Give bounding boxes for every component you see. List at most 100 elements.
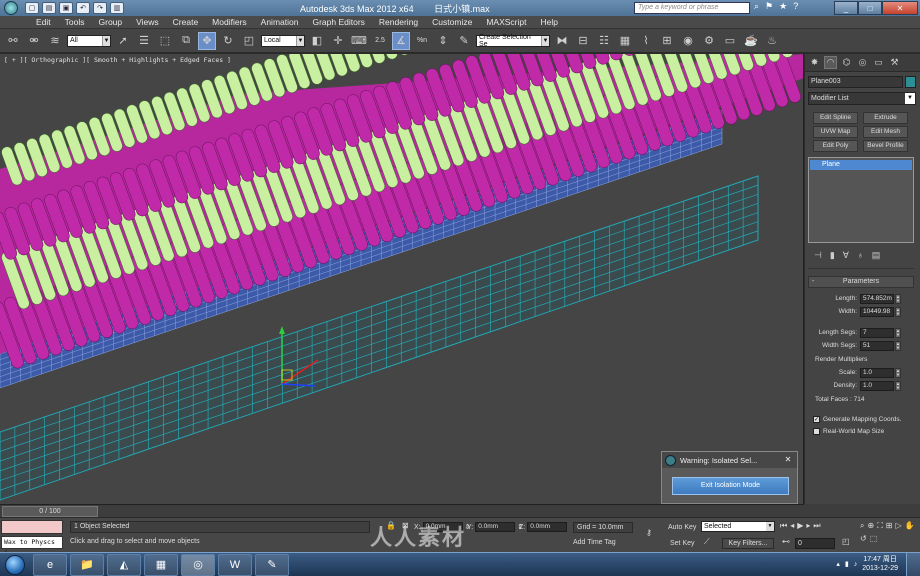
- curve-editor-icon[interactable]: ⌇: [637, 32, 655, 50]
- menu-animation[interactable]: Animation: [254, 17, 306, 27]
- snap-toggle-icon[interactable]: 2.5: [371, 32, 389, 50]
- width-segs-spinner[interactable]: ▲ ▼: [895, 340, 901, 351]
- link-icon[interactable]: ⚯: [4, 32, 22, 50]
- app-logo[interactable]: [0, 0, 22, 16]
- menu-help[interactable]: Help: [533, 17, 564, 27]
- key-mode-icon[interactable]: ⊷: [782, 537, 790, 546]
- clock[interactable]: 17:47 周日 2013-12-29: [862, 555, 898, 573]
- zoom-extents-icon[interactable]: ⛶: [877, 521, 883, 531]
- rect-region-icon[interactable]: ⬚: [156, 32, 174, 50]
- named-selection-dropdown[interactable]: Create Selection Se ▼: [476, 34, 550, 48]
- time-slider-thumb[interactable]: 0 / 100: [2, 506, 98, 517]
- rendered-frame-icon[interactable]: ▭: [721, 32, 739, 50]
- search-icon[interactable]: ⌕: [754, 1, 759, 12]
- word-icon[interactable]: W: [218, 553, 252, 576]
- length-field[interactable]: 574.852m: [860, 293, 894, 304]
- close-button[interactable]: ✕: [882, 1, 918, 15]
- z-field[interactable]: 0.0mm: [527, 522, 568, 532]
- mirror-icon[interactable]: ⧓: [553, 32, 571, 50]
- project-icon[interactable]: ▥: [110, 2, 124, 14]
- goto-start-icon[interactable]: ⏮: [780, 521, 787, 531]
- maximize-button[interactable]: □: [858, 1, 882, 15]
- media-icon[interactable]: ▦: [144, 553, 178, 576]
- open-icon[interactable]: ▤: [42, 2, 56, 14]
- render-icon[interactable]: ☕: [742, 32, 760, 50]
- create-icon[interactable]: ✸: [808, 56, 821, 69]
- density-field[interactable]: 1.0: [860, 380, 894, 391]
- teapot-icon[interactable]: ♨: [763, 32, 781, 50]
- motion-icon[interactable]: ◎: [856, 56, 869, 69]
- object-name-field[interactable]: Plane003: [808, 76, 903, 88]
- reference-coord-dropdown[interactable]: Local ▼: [261, 34, 305, 47]
- volume-icon[interactable]: ♪: [854, 561, 858, 568]
- start-button[interactable]: [0, 554, 30, 576]
- goto-end-icon[interactable]: ⏭: [813, 521, 820, 531]
- unlink-icon[interactable]: ⚮: [25, 32, 43, 50]
- length-spinner[interactable]: ▲ ▼: [895, 293, 901, 304]
- menu-edit[interactable]: Edit: [0, 17, 58, 27]
- viewport-label[interactable]: [ + ][ Orthographic ][ Smooth + Highligh…: [4, 56, 231, 64]
- time-config-icon[interactable]: ◰: [842, 537, 850, 546]
- graphite-toolbar-icon[interactable]: ▦: [616, 32, 634, 50]
- key-filters-button[interactable]: Key Filters...: [722, 538, 774, 549]
- length-segs-field[interactable]: 7: [860, 327, 894, 338]
- configure-modifier-sets-icon[interactable]: ▤: [872, 250, 881, 261]
- 3dsmax-icon[interactable]: ◎: [181, 553, 215, 576]
- display-icon[interactable]: ▭: [872, 56, 885, 69]
- pan-icon[interactable]: ✋: [905, 521, 915, 531]
- select-rotate-icon[interactable]: ↻: [219, 32, 237, 50]
- folder-icon[interactable]: 📁: [70, 553, 104, 576]
- zoom-extents-all-icon[interactable]: ⊞: [886, 521, 893, 531]
- exit-isolation-button[interactable]: Exit Isolation Mode: [672, 477, 789, 495]
- schematic-view-icon[interactable]: ⊞: [658, 32, 676, 50]
- edit-mesh-button[interactable]: Edit Mesh: [863, 126, 908, 138]
- menu-modifiers[interactable]: Modifiers: [205, 17, 253, 27]
- menu-tools[interactable]: Tools: [58, 17, 92, 27]
- parameters-rollout-header[interactable]: - Parameters: [808, 276, 914, 288]
- minimize-button[interactable]: _: [834, 1, 858, 15]
- current-frame-field[interactable]: 0: [795, 538, 835, 549]
- show-desktop-button[interactable]: [906, 553, 920, 576]
- nvidia-icon[interactable]: ◭: [107, 553, 141, 576]
- maxscript-listener-pink[interactable]: [1, 520, 63, 534]
- menu-rendering[interactable]: Rendering: [372, 17, 425, 27]
- modify-icon[interactable]: ◠: [824, 56, 837, 69]
- uvw-map-button[interactable]: UVW Map: [813, 126, 858, 138]
- select-object-icon[interactable]: ➚: [114, 32, 132, 50]
- hierarchy-icon[interactable]: ⌬: [840, 56, 853, 69]
- generate-mapping-checkbox[interactable]: ✓: [813, 416, 820, 423]
- set-key-button[interactable]: Set Key: [670, 538, 700, 549]
- new-icon[interactable]: ▢: [25, 2, 39, 14]
- show-end-result-icon[interactable]: ▮: [830, 250, 835, 261]
- edit-poly-button[interactable]: Edit Poly: [813, 140, 858, 152]
- select-manipulate-icon[interactable]: ✛: [329, 32, 347, 50]
- viewport-orthographic[interactable]: [ + ][ Orthographic ][ Smooth + Highligh…: [0, 54, 804, 504]
- paint-icon[interactable]: ✎: [255, 553, 289, 576]
- pivot-center-icon[interactable]: ◧: [308, 32, 326, 50]
- real-world-checkbox[interactable]: [813, 428, 820, 435]
- menu-customize[interactable]: Customize: [425, 17, 479, 27]
- tray-chevron-icon[interactable]: ▴: [836, 560, 840, 568]
- explorer-icon[interactable]: e: [33, 553, 67, 576]
- menu-maxscript[interactable]: MAXScript: [479, 17, 533, 27]
- layer-manager-icon[interactable]: ☷: [595, 32, 613, 50]
- angle-snap-icon[interactable]: ∡: [392, 31, 410, 50]
- help-icon[interactable]: ?: [793, 1, 798, 12]
- time-slider-track[interactable]: 0 / 100: [0, 504, 804, 517]
- menu-views[interactable]: Views: [129, 17, 166, 27]
- keyboard-shortcut-icon[interactable]: ⌨: [350, 32, 368, 50]
- menu-create[interactable]: Create: [166, 17, 206, 27]
- align-icon[interactable]: ⊟: [574, 32, 592, 50]
- maxscript-listener-white[interactable]: Wax to Physcs (: [1, 536, 63, 557]
- zoom-all-icon[interactable]: ⊕: [867, 521, 874, 531]
- material-editor-icon[interactable]: ◉: [679, 32, 697, 50]
- y-field[interactable]: 0.0mm: [475, 522, 516, 532]
- orbit-icon[interactable]: ↺: [860, 534, 867, 543]
- save-icon[interactable]: ▣: [59, 2, 73, 14]
- bevel-profile-button[interactable]: Bevel Profile: [863, 140, 908, 152]
- window-crossing-icon[interactable]: ⧉: [177, 32, 195, 50]
- width-segs-field[interactable]: 51: [860, 340, 894, 351]
- bind-space-warp-icon[interactable]: ≋: [46, 32, 64, 50]
- zoom-icon[interactable]: ⌕: [860, 521, 864, 531]
- auto-key-button[interactable]: Auto Key: [668, 522, 698, 533]
